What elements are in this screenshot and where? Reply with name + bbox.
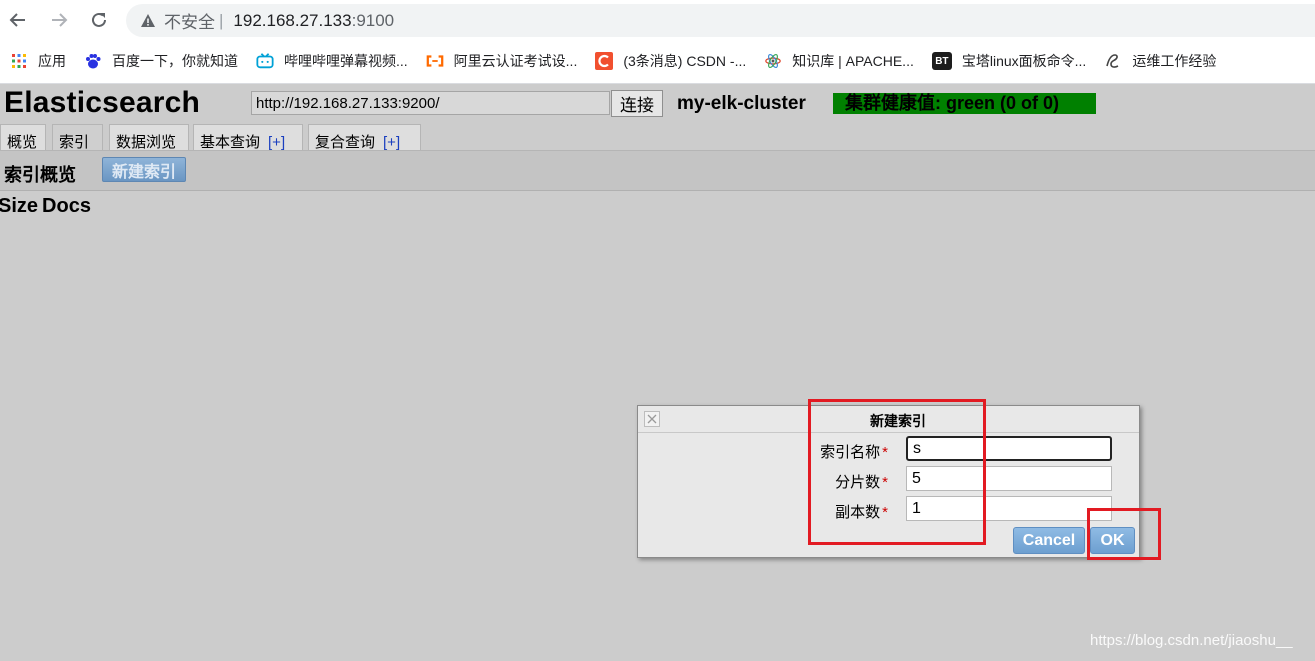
bookmarks-bar: 应用 百度一下，你就知道 哔哩哔哩弹幕视频... 阿里云认证考试设... (3条… [0, 46, 1315, 76]
tab-plus: [+] [268, 134, 286, 151]
address-bar[interactable]: 不安全 | 192.168.27.133:9100 [126, 4, 1315, 37]
bookmark-label: 知识库 | APACHE... [792, 53, 914, 69]
address-separator: | [219, 10, 224, 30]
indices-overview-title: 索引概览 [4, 165, 76, 185]
bookmark-label: (3条消息) CSDN -... [623, 53, 747, 69]
bookmark-baidu[interactable]: 百度一下，你就知道 [84, 51, 238, 71]
tab-label: 索引 [59, 134, 90, 151]
tab-label: 基本查询 [200, 134, 261, 151]
connect-button[interactable]: 连接 [611, 90, 663, 117]
ok-button[interactable]: OK [1090, 527, 1135, 554]
elasticsearch-head-app: Elasticsearch 连接 my-elk-cluster 集群健康值: g… [0, 84, 1315, 661]
tab-data-browser[interactable]: 数据浏览 [109, 124, 189, 151]
tab-plus: [+] [383, 134, 401, 151]
atom-icon [764, 52, 782, 70]
dialog-header: 新建索引 [638, 406, 1139, 433]
tab-label: 复合查询 [315, 134, 376, 151]
index-name-label: 索引名称 * [768, 441, 888, 462]
bookmark-apache-kb[interactable]: 知识库 | APACHE... [764, 51, 914, 71]
new-index-button[interactable]: 新建索引 [102, 157, 186, 182]
column-docs: Docs [42, 195, 91, 217]
cluster-url-input[interactable] [251, 91, 610, 115]
tab-basic-query[interactable]: 基本查询 [+] [193, 124, 303, 151]
bookmark-aliyun[interactable]: 阿里云认证考试设... [426, 51, 578, 71]
bookmark-bilibili[interactable]: 哔哩哔哩弹幕视频... [256, 51, 408, 71]
forward-button[interactable] [47, 8, 71, 32]
cluster-name: my-elk-cluster [677, 93, 806, 114]
reload-button[interactable] [87, 8, 111, 32]
column-size: Size [0, 195, 39, 217]
bookmark-ops-experience[interactable]: 运维工作经验 [1104, 51, 1216, 71]
apps-grid-icon [10, 52, 28, 70]
bookmark-label: 哔哩哔哩弹幕视频... [284, 53, 408, 69]
dialog-title: 新建索引 [870, 413, 926, 429]
aliyun-icon [426, 52, 444, 70]
warning-triangle-icon [141, 13, 155, 27]
tab-label: 概览 [7, 134, 38, 151]
bookmark-label: 阿里云认证考试设... [453, 53, 578, 69]
browser-chrome: 不安全 | 192.168.27.133:9100 应用 百度一下，你就知道 [0, 0, 1315, 84]
arrow-left-icon [9, 13, 25, 27]
reload-icon [92, 12, 106, 27]
bookmark-label: 应用 [38, 53, 66, 69]
bookmark-csdn[interactable]: (3条消息) CSDN -... [595, 51, 746, 71]
bilibili-tv-icon [256, 52, 274, 70]
bookmark-label: 宝塔linux面板命令... [961, 53, 1087, 69]
replicas-input[interactable] [906, 496, 1112, 521]
index-name-label-text: 索引名称 [820, 444, 881, 461]
bt-icon-text: BT [935, 55, 949, 67]
tab-compound-query[interactable]: 复合查询 [+] [308, 124, 421, 151]
arrow-right-icon [52, 13, 68, 27]
baidu-paw-icon [84, 52, 102, 70]
index-name-input[interactable] [906, 436, 1112, 461]
bookmark-label: 百度一下，你就知道 [112, 53, 238, 69]
bookmark-apps[interactable]: 应用 [10, 51, 66, 71]
back-button[interactable] [6, 8, 30, 32]
bookmark-baota[interactable]: BT 宝塔linux面板命令... [931, 51, 1087, 71]
tab-label: 数据浏览 [116, 134, 177, 151]
shards-label: 分片数 * [768, 471, 888, 492]
app-title: Elasticsearch [4, 86, 201, 119]
bookmark-label: 运维工作经验 [1132, 53, 1217, 69]
required-marker: * [882, 474, 888, 491]
cluster-health-badge: 集群健康值: green (0 of 0) [833, 93, 1096, 114]
indices-toolbar: 索引概览 新建索引 [0, 151, 1315, 191]
shards-input[interactable] [906, 466, 1112, 491]
bt-icon: BT [931, 52, 952, 70]
custom-logo-icon [1104, 52, 1122, 70]
tab-overview[interactable]: 概览 [0, 124, 46, 151]
address-port: :9100 [351, 10, 395, 30]
new-index-dialog: 新建索引 索引名称* 分片数* 副本数* Cancel OK [637, 405, 1140, 558]
address-host: 192.168.27.133 [233, 10, 352, 30]
required-marker: * [882, 444, 888, 461]
tab-indices[interactable]: 索引 [52, 124, 103, 151]
csdn-icon [595, 52, 614, 70]
shards-label-text: 分片数 [835, 474, 881, 491]
replicas-label-text: 副本数 [835, 504, 881, 521]
indices-column-headers: Size Docs [0, 195, 95, 218]
watermark-text: https://blog.csdn.net/jiaoshu__ [1090, 632, 1293, 649]
required-marker: * [882, 504, 888, 521]
insecure-label: 不安全 [164, 13, 215, 32]
replicas-label: 副本数 * [768, 501, 888, 522]
cancel-button[interactable]: Cancel [1013, 527, 1085, 554]
